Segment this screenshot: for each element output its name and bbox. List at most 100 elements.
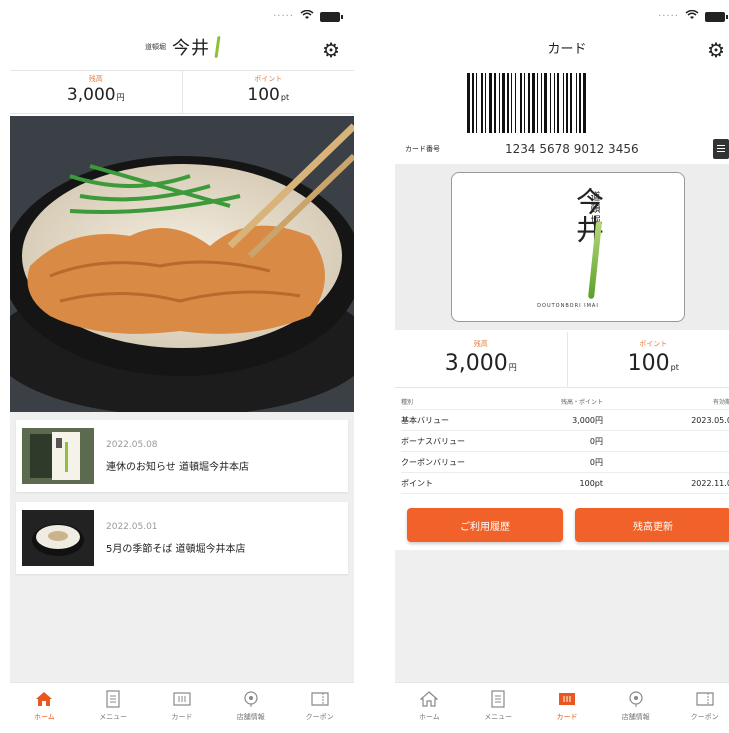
row-value: 0円 — [589, 457, 603, 467]
barcode-bar — [481, 73, 483, 133]
barcode-bar — [550, 73, 551, 133]
barcode-bar — [566, 73, 568, 133]
row-value: 0円 — [589, 436, 603, 446]
balance-cell: 残高 3,000円 — [395, 332, 567, 387]
tab-menu[interactable]: メニュー — [464, 683, 533, 733]
battery-icon — [705, 11, 728, 22]
action-buttons: ご利用履歴 残高更新 — [407, 508, 729, 542]
balance-label: 残高 — [473, 340, 488, 348]
coupon-icon — [285, 689, 354, 709]
coupon-icon — [670, 689, 729, 709]
table-row: ボーナスバリュー 0円 — [401, 431, 729, 452]
value-detail-table: 種別 残高・ポイント 有効期限 基本バリュー 3,000円 2023.05.09… — [401, 394, 729, 494]
table-row: クーポンバリュー 0円 — [401, 452, 729, 473]
tab-card[interactable]: カード — [533, 683, 602, 733]
tab-bar: ホーム メニュー カード 店舗情報 クーポン — [395, 682, 729, 733]
table-row: 基本バリュー 3,000円 2023.05.09 — [401, 410, 729, 431]
column-header: 有効期限 — [712, 399, 729, 406]
row-value: 100pt — [579, 478, 603, 488]
tab-coupon[interactable]: クーポン — [285, 683, 354, 733]
usage-history-button[interactable]: ご利用履歴 — [407, 508, 563, 542]
news-item[interactable]: 2022.05.01 5月の季節そば 道頓堀今井本店 — [16, 502, 348, 574]
card-icon — [148, 689, 217, 709]
brand-logo: 道頓堀 今井 — [145, 34, 221, 60]
content-background — [395, 550, 729, 682]
news-date: 2022.05.08 — [106, 439, 158, 450]
row-name: クーポンバリュー — [401, 457, 465, 467]
home-icon — [395, 689, 464, 709]
app-header: 道頓堀 今井 ⚙ — [10, 30, 354, 70]
tab-label: 店舗情報 — [621, 713, 650, 721]
page-title: カード — [547, 42, 587, 57]
tab-store-info[interactable]: 店舗情報 — [216, 683, 285, 733]
card-logo: 道頓堀 今井 — [552, 187, 624, 247]
signal-icon: ····· — [273, 11, 294, 22]
document-list-icon[interactable] — [713, 139, 729, 159]
points-label: ポイント — [254, 75, 283, 83]
refresh-balance-button[interactable]: 残高更新 — [575, 508, 729, 542]
tab-label: メニュー — [484, 713, 513, 721]
tab-coupon[interactable]: クーポン — [670, 683, 729, 733]
menu-document-icon — [464, 689, 533, 709]
barcode-bar — [502, 73, 505, 133]
barcode-bar — [507, 73, 509, 133]
points-amount: 100 — [247, 85, 280, 105]
barcode-bar — [511, 73, 512, 133]
barcode-bar — [576, 73, 577, 133]
tab-home[interactable]: ホーム — [395, 683, 464, 733]
points-unit: pt — [670, 363, 679, 372]
balance-unit: 円 — [116, 93, 125, 102]
news-item[interactable]: 2022.05.08 連休のお知らせ 道頓堀今井本店 — [16, 420, 348, 492]
barcode-bar — [472, 73, 474, 133]
logo-big-text: 今井 — [172, 38, 210, 59]
news-feed: 2022.05.08 連休のお知らせ 道頓堀今井本店 2022.05.01 5月… — [10, 412, 354, 682]
row-expiry: 2023.05.09 — [691, 415, 729, 425]
barcode-bar — [532, 73, 535, 133]
row-expiry: 2022.11.09 — [691, 478, 729, 488]
table-row: ポイント 100pt 2022.11.09 — [401, 473, 729, 494]
points-amount: 100 — [627, 351, 670, 376]
location-pin-icon — [216, 689, 285, 709]
barcode — [465, 73, 669, 133]
home-screen: ····· 道頓堀 今井 ⚙ 残高 3,000円 ポイント 100pt 2022… — [10, 0, 354, 733]
tab-card[interactable]: カード — [148, 683, 217, 733]
row-name: ポイント — [401, 478, 433, 488]
points-cell: ポイント 100pt — [566, 332, 729, 387]
row-value: 3,000円 — [572, 415, 603, 425]
barcode-bar — [557, 73, 559, 133]
member-card: 道頓堀 今井 DOUTONBORI IMAI — [451, 172, 685, 322]
barcode-bar — [563, 73, 564, 133]
card-icon — [533, 689, 602, 709]
row-name: 基本バリュー — [401, 415, 449, 425]
tab-home[interactable]: ホーム — [10, 683, 79, 733]
balance-unit: 円 — [508, 363, 517, 372]
gear-icon[interactable]: ⚙ — [707, 40, 725, 60]
tab-label: ホーム — [34, 713, 55, 721]
home-icon — [10, 689, 79, 709]
menu-document-icon — [79, 689, 148, 709]
battery-icon — [320, 11, 343, 22]
barcode-bar — [570, 73, 572, 133]
tab-label: メニュー — [99, 713, 128, 721]
card-caption: DOUTONBORI IMAI — [537, 303, 599, 309]
balance-cell: 残高 3,000円 — [10, 71, 182, 113]
balance-bar: 残高 3,000円 ポイント 100pt — [10, 70, 354, 114]
tab-menu[interactable]: メニュー — [79, 683, 148, 733]
tab-store-info[interactable]: 店舗情報 — [601, 683, 670, 733]
news-text: 2022.05.08 連休のお知らせ 道頓堀今井本店 — [106, 440, 249, 473]
gear-icon[interactable]: ⚙ — [322, 40, 340, 60]
barcode-bar — [541, 73, 542, 133]
barcode-bar — [476, 73, 477, 133]
tab-label: カード — [556, 713, 578, 721]
wifi-icon — [300, 9, 314, 23]
wifi-icon — [685, 9, 699, 23]
tab-bar: ホーム メニュー カード 店舗情報 クーポン — [10, 682, 354, 733]
table-header-row: 種別 残高・ポイント 有効期限 — [401, 394, 729, 410]
balance-value: 3,000円 — [10, 84, 182, 109]
barcode-bar — [554, 73, 555, 133]
card-number-label: カード番号 — [405, 145, 440, 153]
news-title: 連休のお知らせ 道頓堀今井本店 — [106, 461, 249, 473]
balance-value: 3,000円 — [395, 349, 567, 383]
points-cell: ポイント 100pt — [181, 71, 355, 113]
news-date: 2022.05.01 — [106, 521, 158, 532]
